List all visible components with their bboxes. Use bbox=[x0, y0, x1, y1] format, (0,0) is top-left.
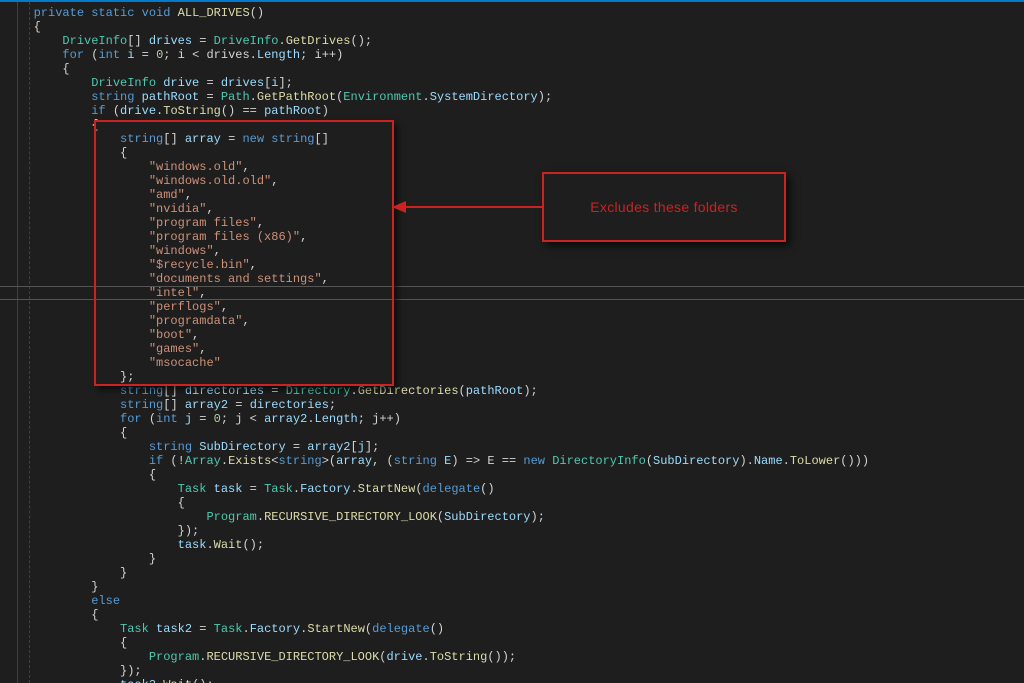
structure-guide bbox=[17, 2, 18, 683]
annotation-label-box: Excludes these folders bbox=[542, 172, 786, 242]
structure-guide bbox=[29, 2, 30, 683]
annotation-arrow bbox=[390, 197, 550, 217]
annotation-highlight-box bbox=[94, 120, 394, 386]
annotation-text: Excludes these folders bbox=[590, 200, 737, 214]
code-editor[interactable]: private static void ALL_DRIVES() { Drive… bbox=[0, 0, 1024, 683]
